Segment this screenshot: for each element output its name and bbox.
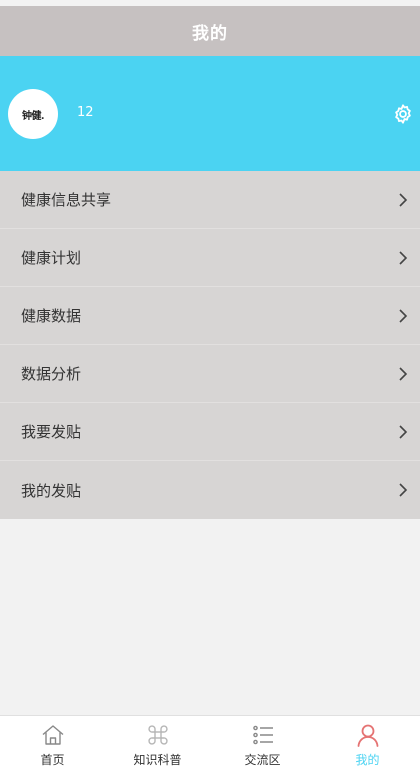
page-title: 我的 <box>192 23 228 44</box>
chevron-right-icon <box>399 192 408 207</box>
tab-label: 交流区 <box>244 753 281 767</box>
tab-home[interactable]: 首页 <box>0 716 105 769</box>
tab-label: 首页 <box>40 753 65 767</box>
menu-item-health-plan[interactable]: 健康计划 <box>0 229 420 287</box>
menu-item-label: 数据分析 <box>21 365 82 383</box>
tab-knowledge[interactable]: 知识科普 <box>105 716 210 769</box>
menu-item-label: 健康数据 <box>21 307 82 325</box>
gear-icon[interactable] <box>392 103 414 125</box>
menu-item-label: 健康计划 <box>21 249 82 267</box>
chevron-right-icon <box>399 308 408 323</box>
tab-forum[interactable]: 交流区 <box>210 716 315 769</box>
username: 12 <box>77 105 94 120</box>
menu-list: 健康信息共享 健康计划 健康数据 数据分析 我要发贴 我的发贴 <box>0 171 420 519</box>
menu-item-health-info-share[interactable]: 健康信息共享 <box>0 171 420 229</box>
tab-label: 知识科普 <box>133 753 182 767</box>
menu-item-create-post[interactable]: 我要发贴 <box>0 403 420 461</box>
avatar[interactable]: 钟健. <box>8 89 58 139</box>
chevron-right-icon <box>399 483 408 497</box>
menu-item-label: 健康信息共享 <box>21 191 112 209</box>
command-icon <box>147 725 168 745</box>
chevron-right-icon <box>399 366 408 381</box>
person-icon <box>357 724 378 747</box>
menu-item-label: 我要发贴 <box>21 423 82 441</box>
tab-label: 我的 <box>355 753 380 767</box>
menu-item-health-data[interactable]: 健康数据 <box>0 287 420 345</box>
menu-item-label: 我的发贴 <box>21 481 82 500</box>
page-header: 我的 <box>0 6 420 56</box>
tab-mine[interactable]: 我的 <box>315 716 420 769</box>
home-icon <box>42 725 63 745</box>
avatar-signature: 钟健. <box>22 110 44 122</box>
menu-item-my-posts[interactable]: 我的发贴 <box>0 461 420 519</box>
bottom-tab-bar: 首页 知识科普 交流区 我的 <box>0 715 420 769</box>
menu-item-data-analysis[interactable]: 数据分析 <box>0 345 420 403</box>
chevron-right-icon <box>399 424 408 439</box>
chevron-right-icon <box>399 250 408 265</box>
list-icon <box>252 725 273 745</box>
profile-banner: 钟健. 12 <box>0 56 420 171</box>
